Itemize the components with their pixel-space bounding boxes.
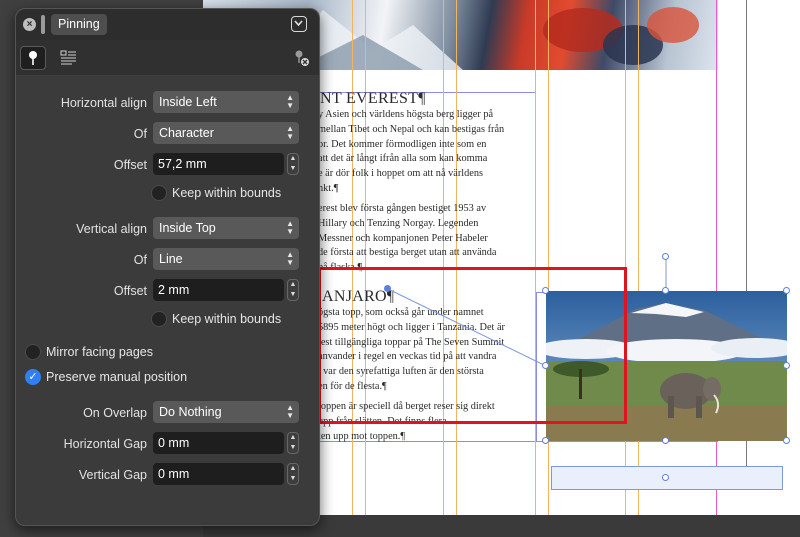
h-keep-within-bounds-label: Keep within bounds bbox=[172, 186, 282, 200]
panel-tabbar bbox=[16, 40, 319, 75]
h-of-value: Character bbox=[159, 126, 214, 140]
panel-header: × Pinning bbox=[16, 9, 319, 40]
on-overlap-value: Do Nothing bbox=[159, 405, 222, 419]
chevron-down-icon[interactable] bbox=[291, 16, 307, 32]
updown-arrows-icon: ▲ ▼ bbox=[286, 124, 294, 141]
h-keep-within-bounds-checkbox[interactable] bbox=[151, 185, 167, 201]
mirror-facing-pages-checkbox[interactable] bbox=[25, 344, 41, 360]
v-keep-within-bounds-label: Keep within bounds bbox=[172, 312, 282, 326]
resize-handle-br[interactable] bbox=[783, 437, 790, 444]
horizontal-gap-label: Horizontal Gap bbox=[63, 437, 147, 451]
vertical-align-value: Inside Top bbox=[159, 221, 216, 235]
v-offset-label: Offset bbox=[113, 284, 147, 298]
updown-arrows-icon: ▲ ▼ bbox=[286, 219, 294, 236]
drag-grip-icon[interactable] bbox=[41, 15, 45, 34]
close-icon[interactable]: × bbox=[23, 18, 36, 31]
on-overlap-label: On Overlap bbox=[83, 406, 147, 420]
updown-arrows-icon: ▲ ▼ bbox=[286, 403, 294, 420]
resize-handle-ml[interactable] bbox=[542, 362, 549, 369]
pin-anchor-handle[interactable] bbox=[384, 285, 391, 292]
text-wrap-icon bbox=[60, 50, 76, 65]
h-offset-label: Offset bbox=[113, 158, 147, 172]
mirror-facing-pages-label: Mirror facing pages bbox=[46, 345, 153, 359]
vertical-gap-stepper[interactable]: ▲ ▼ bbox=[287, 463, 299, 485]
v-of-label: Of bbox=[133, 253, 147, 267]
horizontal-align-select[interactable]: Inside Left ▲ ▼ bbox=[153, 91, 299, 113]
rotate-handle[interactable] bbox=[662, 253, 669, 260]
on-overlap-select[interactable]: Do Nothing ▲ ▼ bbox=[153, 401, 299, 423]
resize-handle-tr[interactable] bbox=[783, 287, 790, 294]
h-of-select[interactable]: Character ▲ ▼ bbox=[153, 122, 299, 144]
horizontal-align-label: Horizontal align bbox=[60, 96, 147, 110]
h-offset-stepper[interactable]: ▲ ▼ bbox=[287, 153, 299, 175]
horizontal-gap-stepper[interactable]: ▲ ▼ bbox=[287, 432, 299, 454]
vertical-align-select[interactable]: Inside Top ▲ ▼ bbox=[153, 217, 299, 239]
tab-text-wrap[interactable] bbox=[56, 46, 82, 70]
horizontal-gap-input[interactable]: 0 mm bbox=[153, 432, 284, 454]
pin-icon bbox=[29, 51, 37, 65]
unpin-icon[interactable] bbox=[292, 48, 312, 68]
h-offset-input[interactable]: 57,2 mm bbox=[153, 153, 284, 175]
v-of-value: Line bbox=[159, 252, 183, 266]
h-of-label: Of bbox=[133, 127, 147, 141]
tab-pin[interactable] bbox=[20, 46, 46, 70]
resize-handle-tm[interactable] bbox=[662, 287, 669, 294]
vertical-gap-input[interactable]: 0 mm bbox=[153, 463, 284, 485]
v-keep-within-bounds-checkbox[interactable] bbox=[151, 311, 167, 327]
resize-handle-bm[interactable] bbox=[662, 437, 669, 444]
preserve-manual-position-checkbox[interactable]: ✓ bbox=[25, 369, 41, 385]
v-offset-stepper[interactable]: ▲ ▼ bbox=[287, 279, 299, 301]
resize-handle-mr[interactable] bbox=[783, 362, 790, 369]
pinning-panel: × Pinning Horizontal align Inside Left ▲… bbox=[15, 8, 320, 526]
panel-title: Pinning bbox=[51, 14, 107, 35]
updown-arrows-icon: ▲ ▼ bbox=[286, 250, 294, 267]
frame-handle[interactable] bbox=[662, 474, 669, 481]
v-of-select[interactable]: Line ▲ ▼ bbox=[153, 248, 299, 270]
vertical-gap-label: Vertical Gap bbox=[78, 468, 147, 482]
horizontal-align-value: Inside Left bbox=[159, 95, 217, 109]
vertical-align-label: Vertical align bbox=[76, 222, 147, 236]
resize-handle-tl[interactable] bbox=[542, 287, 549, 294]
resize-handle-bl[interactable] bbox=[542, 437, 549, 444]
preserve-manual-position-label: Preserve manual position bbox=[46, 370, 188, 384]
updown-arrows-icon: ▲ ▼ bbox=[286, 93, 294, 110]
v-offset-input[interactable]: 2 mm bbox=[153, 279, 284, 301]
